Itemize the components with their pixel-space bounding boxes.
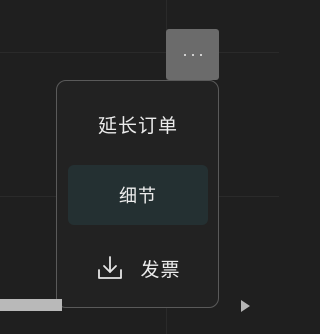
- more-options-button[interactable]: [166, 29, 219, 80]
- menu-item-invoice[interactable]: 发票: [68, 247, 208, 289]
- grid-line: [0, 52, 279, 53]
- menu-item-label: 细节: [119, 186, 157, 207]
- order-actions-menu: 延长订单 细节 发票: [56, 80, 219, 308]
- scroll-right-icon[interactable]: [241, 300, 250, 312]
- menu-item-details[interactable]: 细节: [68, 165, 208, 225]
- menu-item-label: 发票: [140, 258, 181, 281]
- scrollbar-thumb[interactable]: [0, 299, 62, 311]
- menu-item-label: 延长订单: [97, 114, 178, 137]
- menu-item-extend-order[interactable]: 延长订单: [68, 105, 208, 143]
- horizontal-scrollbar[interactable]: [0, 298, 279, 312]
- ellipsis-horizontal-icon: [183, 53, 202, 56]
- download-icon: [98, 256, 123, 279]
